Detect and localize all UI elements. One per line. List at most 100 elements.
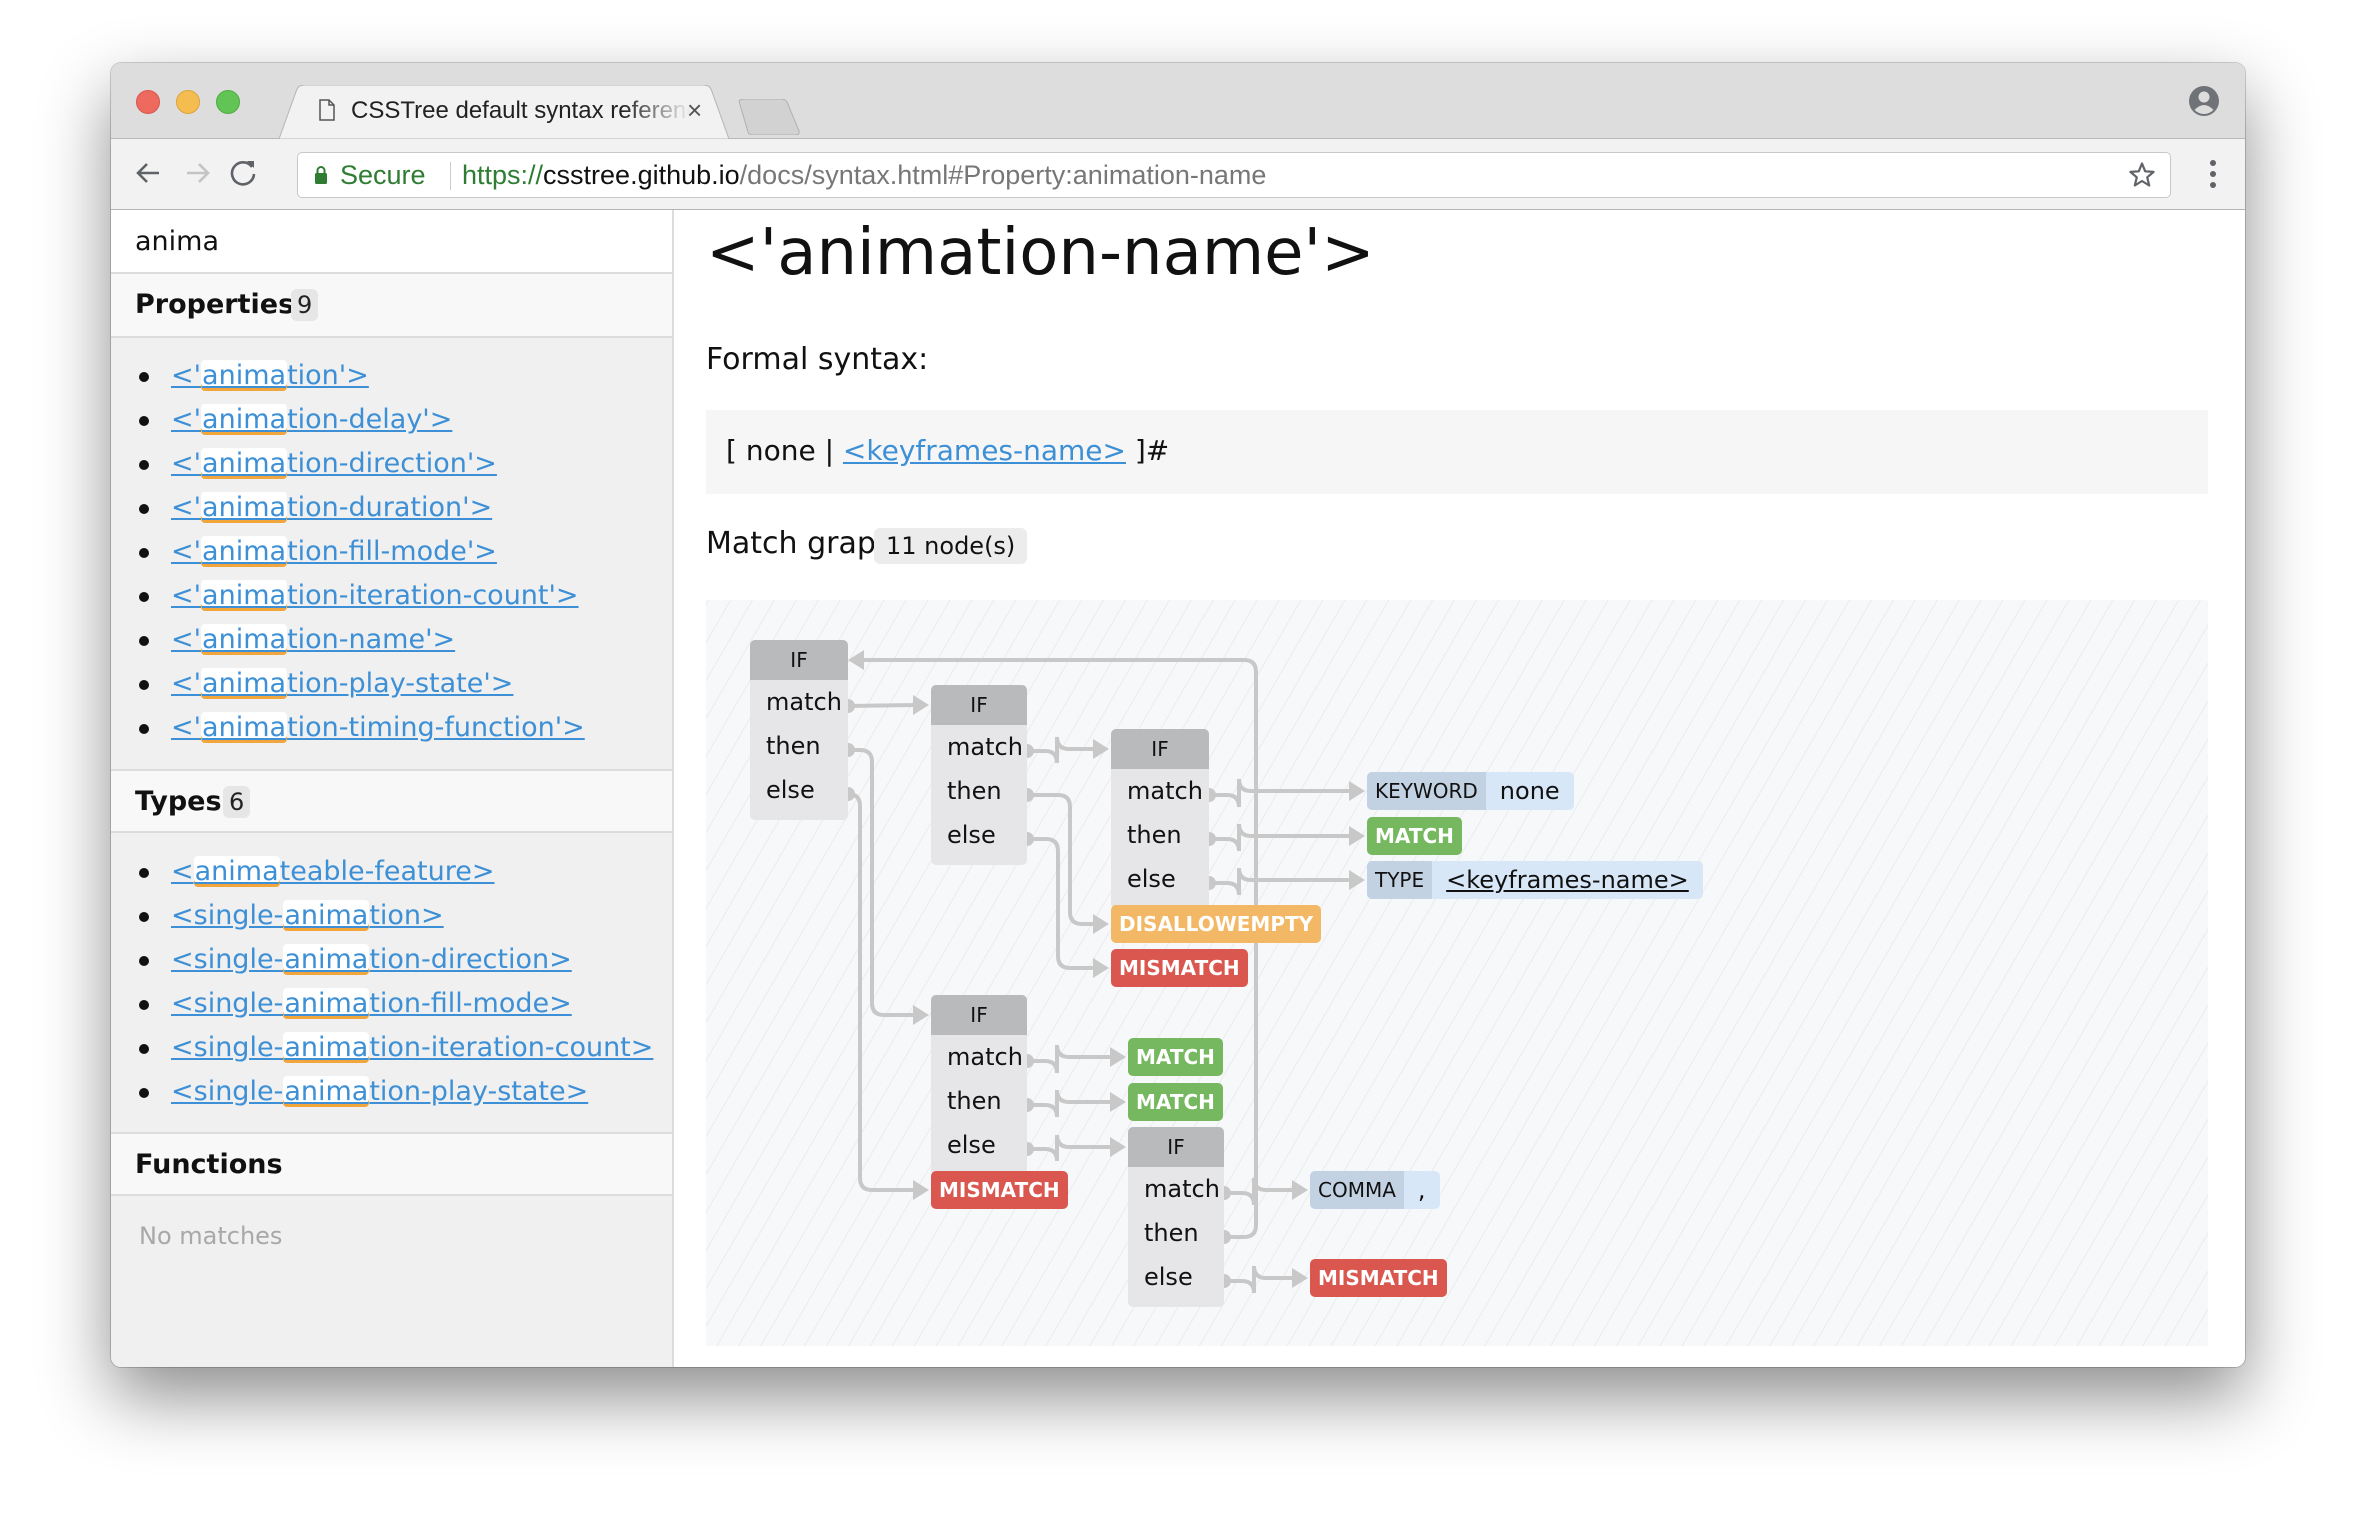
formal-syntax-box: [ none | <keyframes-name> ]# bbox=[706, 410, 2208, 494]
token-kind: COMMA bbox=[1310, 1171, 1404, 1209]
if-branch-match: match bbox=[1144, 1175, 1220, 1203]
if-node-header: IF bbox=[931, 995, 1027, 1035]
edge bbox=[847, 792, 919, 1192]
tab-close-button[interactable]: × bbox=[687, 95, 702, 126]
match-highlight: anima bbox=[201, 492, 288, 523]
address-bar[interactable]: Secure https://csstree.github.io/docs/sy… bbox=[297, 152, 2171, 198]
edge-arrow bbox=[913, 1180, 929, 1200]
link-text: tion-name'> bbox=[287, 624, 456, 655]
close-window-button[interactable] bbox=[136, 90, 160, 114]
maximize-window-button[interactable] bbox=[216, 90, 240, 114]
list-item: <'animation-duration'> bbox=[111, 486, 672, 530]
if-branch-then: then bbox=[766, 732, 821, 760]
link-text: <' bbox=[171, 712, 202, 743]
sidebar-link[interactable]: <single-animation-play-state> bbox=[171, 1076, 588, 1107]
new-tab-button[interactable] bbox=[735, 99, 801, 135]
if-node: IF match then else bbox=[931, 995, 1027, 1175]
sidebar-link[interactable]: <'animation-name'> bbox=[171, 624, 455, 655]
sidebar-link[interactable]: <'animation-iteration-count'> bbox=[171, 580, 579, 611]
sidebar-link[interactable]: <'animation-duration'> bbox=[171, 492, 492, 523]
section-header-types: Types 6 bbox=[111, 769, 672, 833]
link-text: tion-timing-function'> bbox=[287, 712, 585, 743]
list-item: <'animation-iteration-count'> bbox=[111, 574, 672, 618]
sidebar-link[interactable]: <single-animation-fill-mode> bbox=[171, 988, 572, 1019]
match-highlight: anima bbox=[201, 580, 288, 611]
kebab-menu-icon[interactable] bbox=[2209, 159, 2217, 189]
link-text: tion-fill-mode> bbox=[369, 988, 572, 1019]
types-list: <animateable-feature> <single-animation> <… bbox=[111, 850, 672, 1114]
if-node: IF match then else bbox=[750, 640, 848, 820]
secure-label: Secure bbox=[340, 160, 426, 190]
edge bbox=[1027, 837, 1099, 970]
formal-syntax: [ none | <keyframes-name> ]# bbox=[726, 434, 1169, 467]
link-text: tion-iteration-count> bbox=[369, 1032, 654, 1063]
token-value: , bbox=[1417, 1176, 1426, 1204]
reload-icon[interactable] bbox=[225, 155, 261, 191]
edge bbox=[1027, 793, 1099, 926]
match-graph: IF match then else IF match then else IF match the… bbox=[706, 600, 2208, 1346]
list-item: <single-animation-fill-mode> bbox=[111, 982, 672, 1026]
minimize-window-button[interactable] bbox=[176, 90, 200, 114]
forward-arrow-icon[interactable] bbox=[179, 155, 215, 191]
edge-arrow bbox=[1349, 870, 1365, 890]
if-branch-match: match bbox=[947, 733, 1023, 761]
syntax-before: [ none | bbox=[726, 434, 843, 467]
link-text: <' bbox=[171, 448, 202, 479]
tab-title: CSSTree default syntax reference bbox=[351, 97, 691, 124]
sidebar-link[interactable]: <animateable-feature> bbox=[171, 856, 494, 887]
url-host: csstree.github.io bbox=[543, 160, 740, 190]
sidebar-link[interactable]: <'animation-timing-function'> bbox=[171, 712, 585, 743]
if-branch-match: match bbox=[947, 1043, 1023, 1071]
link-text: teable-feature> bbox=[279, 856, 495, 887]
keyframes-name-link[interactable]: <keyframes-name> bbox=[843, 434, 1126, 467]
profile-icon[interactable] bbox=[2188, 85, 2220, 117]
tab-active[interactable]: CSSTree default syntax reference × bbox=[279, 85, 729, 139]
sidebar-link[interactable]: <'animation'> bbox=[171, 360, 369, 391]
formal-syntax-label: Formal syntax: bbox=[706, 342, 929, 377]
sidebar-link[interactable]: <'animation-delay'> bbox=[171, 404, 452, 435]
if-node: IF match then else bbox=[1111, 729, 1209, 909]
main-panel: <'animation-name'> Formal syntax: [ none… bbox=[674, 210, 2245, 1367]
search-input[interactable] bbox=[111, 210, 672, 274]
url-text[interactable]: https://csstree.github.io/docs/syntax.ht… bbox=[462, 160, 1266, 191]
match-highlight: anima bbox=[283, 1076, 370, 1107]
token-kind: TYPE bbox=[1367, 861, 1433, 899]
edge bbox=[1027, 1044, 1116, 1074]
link-text: <' bbox=[171, 624, 202, 655]
mismatch-node: MISMATCH bbox=[1310, 1259, 1447, 1297]
edge bbox=[1209, 778, 1355, 808]
sidebar-link[interactable]: <'animation-play-state'> bbox=[171, 668, 513, 699]
star-icon[interactable] bbox=[2128, 161, 2156, 189]
url-scheme: https:// bbox=[462, 160, 544, 190]
back-arrow-icon[interactable] bbox=[131, 155, 167, 191]
link-text: <' bbox=[171, 492, 202, 523]
edge bbox=[1224, 1265, 1298, 1294]
edge-arrow bbox=[1110, 1137, 1126, 1157]
if-node: IF match then else bbox=[1128, 1127, 1224, 1307]
link-text: tion'> bbox=[287, 360, 369, 391]
token-value[interactable]: <keyframes-name> bbox=[1432, 861, 1703, 899]
match-highlight: anima bbox=[201, 360, 288, 391]
match-highlight: anima bbox=[201, 712, 288, 743]
sidebar-link[interactable]: <single-animation> bbox=[171, 900, 444, 931]
link-text: tion-play-state'> bbox=[287, 668, 514, 699]
sidebar-link[interactable]: <'animation-fill-mode'> bbox=[171, 536, 497, 567]
link-text: <' bbox=[171, 404, 202, 435]
if-node-header: IF bbox=[750, 640, 848, 680]
sidebar-link[interactable]: <'animation-direction'> bbox=[171, 448, 497, 479]
no-matches-text: No matches bbox=[139, 1222, 283, 1250]
match-highlight: anima bbox=[283, 900, 370, 931]
match-highlight: anima bbox=[283, 1032, 370, 1063]
if-node-header: IF bbox=[931, 685, 1027, 725]
list-item: <'animation-fill-mode'> bbox=[111, 530, 672, 574]
link-text: <single- bbox=[171, 1076, 284, 1107]
sidebar-link[interactable]: <single-animation-direction> bbox=[171, 944, 572, 975]
link-text: <single- bbox=[171, 1032, 284, 1063]
tab-strip: CSSTree default syntax reference × bbox=[111, 63, 2245, 139]
sidebar-link[interactable]: <single-animation-iteration-count> bbox=[171, 1032, 653, 1063]
section-title: Types bbox=[135, 786, 222, 817]
edge-arrow bbox=[1292, 1180, 1308, 1200]
match-node: MATCH bbox=[1128, 1083, 1223, 1121]
link-text: tion-iteration-count'> bbox=[287, 580, 579, 611]
mismatch-node: MISMATCH bbox=[1111, 949, 1248, 987]
